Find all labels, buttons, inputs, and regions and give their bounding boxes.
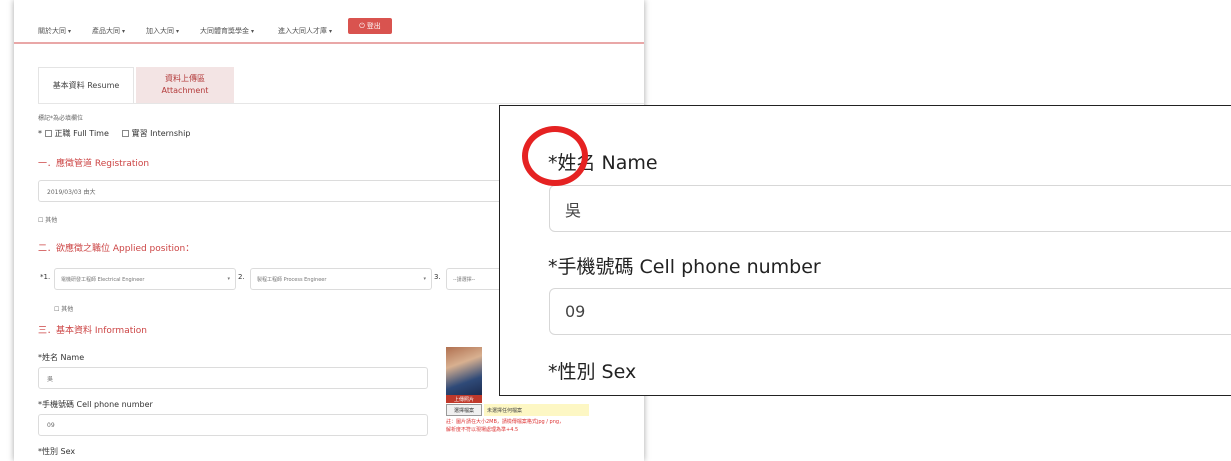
position-3-number: 3. [434, 273, 441, 281]
position-other-checkbox[interactable]: ☐ 其他 [54, 304, 73, 313]
top-navigation: 關於大同 ▾ 產品大同 ▾ 加入大同 ▾ 大同體育獎學金 ▾ 進入大同人才庫 ▾ ⏻ 登出 [14, 0, 644, 44]
caret-down-icon: ▾ [423, 276, 426, 282]
caret-down-icon: ▾ [68, 28, 72, 35]
section-registration-title: 一．應徵管道 Registration [38, 159, 150, 169]
tab-divider [38, 103, 644, 104]
caret-down-icon: ▾ [122, 28, 126, 35]
position-2-select[interactable]: 製程工程師 Process Engineer ▾ [250, 268, 432, 290]
nav-item-talent-pool[interactable]: 進入大同人才庫 ▾ [278, 26, 332, 36]
zoom-phone-input[interactable]: 09 [549, 288, 1231, 335]
checkbox-checked-icon [44, 130, 52, 137]
section-info-title: 三．基本資料 Information [38, 326, 147, 336]
file-status: 未選擇任何檔案 [484, 404, 589, 416]
name-input[interactable]: 吳 [38, 367, 428, 389]
full-time-checkbox[interactable]: * 正職 Full Time [38, 129, 109, 138]
phone-label: *手機號碼 Cell phone number [38, 400, 153, 409]
zoom-name-label: *姓名 Name [548, 152, 658, 174]
zoom-phone-label: *手機號碼 Cell phone number [548, 256, 821, 278]
checkbox-icon [121, 130, 129, 137]
photo-upload-caption: 上傳照片 [446, 395, 482, 403]
power-icon: ⏻ [359, 21, 365, 30]
job-type-options: * 正職 Full Time 實習 Internship [38, 128, 190, 139]
nav-item-join[interactable]: 加入大同 ▾ [146, 26, 179, 36]
position-2-number: 2. [238, 273, 245, 281]
nav-item-products[interactable]: 產品大同 ▾ [92, 26, 125, 36]
upload-note: 註：圖片請在大小2MB，請檢傳檔案格式jpg / png， 解析度不符以現場處理… [446, 419, 565, 433]
tab-attachment[interactable]: 資料上傳區 Attachment [136, 67, 234, 103]
position-1-number: *1. [40, 273, 51, 281]
caret-down-icon: ▾ [329, 28, 333, 35]
nav-item-scholarship[interactable]: 大同體育獎學金 ▾ [200, 26, 254, 36]
caret-down-icon: ▾ [251, 28, 255, 35]
zoom-callout: *姓名 Name 吳 *手機號碼 Cell phone number 09 *性… [499, 105, 1231, 396]
internship-checkbox[interactable]: 實習 Internship [121, 129, 190, 138]
required-note: 標記*為必填欄位 [38, 115, 84, 122]
profile-photo [446, 347, 482, 395]
name-label: *姓名 Name [38, 353, 85, 362]
section-position-title: 二．欲應徵之職位 Applied position： [38, 244, 195, 254]
choose-file-button[interactable]: 選擇檔案 [446, 404, 482, 416]
tab-resume[interactable]: 基本資料 Resume [38, 67, 134, 103]
caret-down-icon: ▾ [227, 276, 230, 282]
position-1-select[interactable]: 電機研發工程師 Electrical Engineer ▾ [54, 268, 236, 290]
zoom-sex-label: *性別 Sex [548, 361, 637, 383]
zoom-name-input[interactable]: 吳 [549, 185, 1231, 232]
logout-button[interactable]: ⏻ 登出 [348, 18, 392, 34]
registration-other-checkbox[interactable]: ☐ 其他 [38, 215, 57, 224]
nav-item-about[interactable]: 關於大同 ▾ [38, 26, 71, 36]
phone-input[interactable]: 09 [38, 414, 428, 436]
caret-down-icon: ▾ [176, 28, 180, 35]
sex-label: *性別 Sex [38, 447, 76, 456]
